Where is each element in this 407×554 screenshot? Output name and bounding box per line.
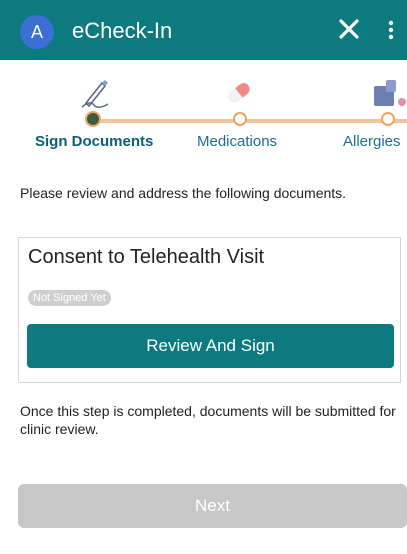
step-label-sign-documents[interactable]: Sign Documents (35, 133, 153, 150)
document-title: Consent to Telehealth Visit (28, 246, 265, 268)
more-vertical-icon[interactable] (388, 20, 394, 40)
close-icon[interactable] (338, 18, 360, 40)
status-badge: Not Signed Yet (28, 290, 111, 306)
stepper-line (93, 119, 407, 123)
step-label-medications[interactable]: Medications (197, 133, 277, 150)
document-card: Consent to Telehealth Visit Not Signed Y… (18, 237, 401, 383)
app-title: eCheck-In (72, 18, 173, 43)
allergy-icon (374, 80, 406, 106)
step-dot-sign-documents[interactable] (85, 111, 101, 127)
app-header: A eCheck-In (0, 0, 407, 60)
instruction-text: Please review and address the following … (20, 185, 347, 201)
pen-icon (81, 80, 109, 108)
step-label-allergies[interactable]: Allergies (343, 133, 401, 150)
next-button[interactable]: Next (18, 484, 407, 528)
review-and-sign-button[interactable]: Review And Sign (27, 324, 394, 368)
progress-stepper: Sign Documents Medications Allergies (0, 70, 407, 160)
step-dot-allergies[interactable] (381, 112, 395, 126)
footer-note: Once this step is completed, documents w… (20, 403, 396, 437)
step-dot-medications[interactable] (233, 112, 247, 126)
avatar[interactable]: A (20, 15, 54, 49)
pill-icon (228, 83, 250, 103)
